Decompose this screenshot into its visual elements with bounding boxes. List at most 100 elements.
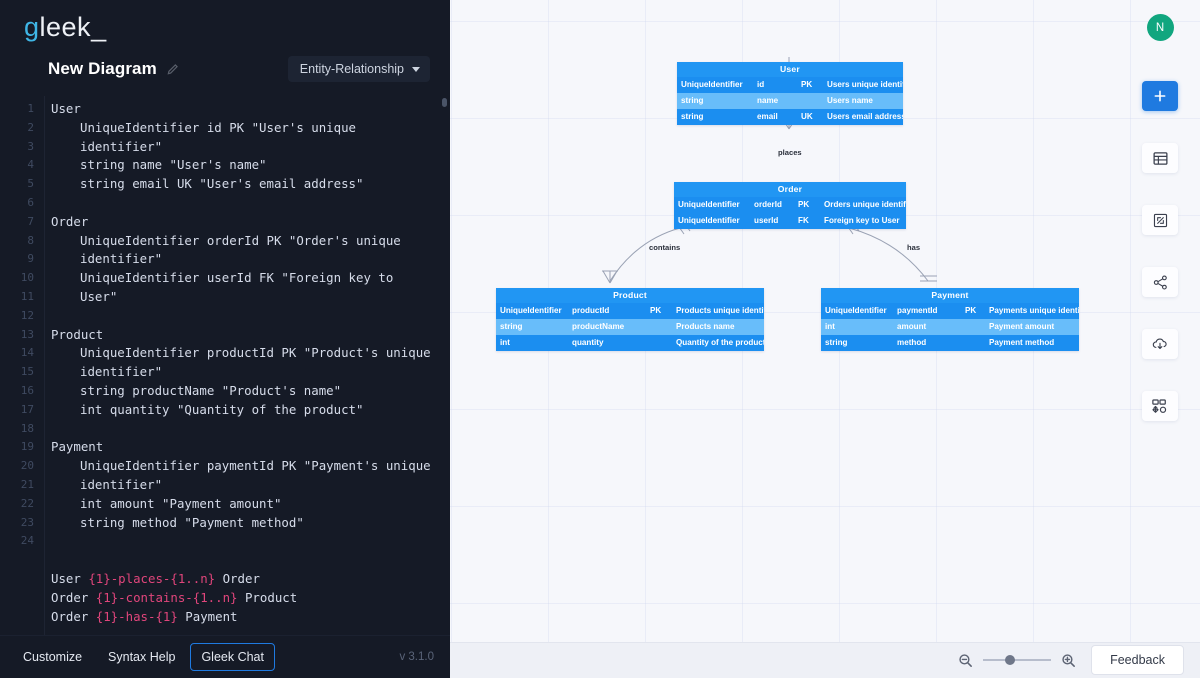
avatar[interactable]: N <box>1146 14 1174 41</box>
attribute-key: PK <box>965 305 977 315</box>
zoom-slider[interactable] <box>983 655 1052 665</box>
editor-line: UniqueIdentifier id PK "User's unique id… <box>80 119 364 154</box>
editor-line-number: 7 <box>27 214 34 228</box>
attribute-key: PK <box>650 305 662 315</box>
editor-line: int quantity "Quantity of the product" <box>80 401 364 417</box>
attribute-key <box>646 319 672 335</box>
zoom-in-button[interactable] <box>1060 652 1077 669</box>
pencil-icon[interactable] <box>166 62 180 76</box>
editor-line-number: 13 <box>20 327 34 341</box>
brand-logo[interactable]: gleek_ <box>0 0 450 48</box>
attribute-type: string <box>681 111 704 121</box>
editor-line-number: 16 <box>20 383 34 397</box>
entity-attribute-row: int amount Payment amount <box>821 318 1079 335</box>
editor-line: string productName "Product's name" <box>80 382 342 398</box>
table-button[interactable] <box>1142 143 1178 173</box>
editor-line-number: 20 <box>20 459 34 473</box>
editor-line-number: 22 <box>20 496 34 510</box>
editor-line: UniqueIdentifier productId PK "Product's… <box>80 345 439 380</box>
attribute-key: FK <box>798 215 809 225</box>
fullscreen-button[interactable] <box>1142 205 1178 235</box>
attribute-description: Users email address <box>827 111 903 121</box>
entity-attribute-row: UniqueIdentifier id PK Users unique identif… <box>677 77 903 93</box>
left-editor-panel: gleek_ New Diagram Entity-Relationship 1… <box>0 0 450 678</box>
attribute-name: quantity <box>572 337 604 347</box>
editor-line-number: 3 <box>27 139 34 153</box>
attribute-type: string <box>500 321 523 331</box>
syntax-help-button[interactable]: Syntax Help <box>97 643 186 671</box>
editor-scrollbar[interactable] <box>442 98 447 635</box>
entity-user[interactable]: User UniqueIdentifier id PK Users unique ide… <box>677 62 903 125</box>
code-editor[interactable]: 1 2 3 4 5 6 7 8 9 10 11 12 13 14 15 16 17 18 19 20 21 22 23 24 … <box>0 92 450 635</box>
zoom-slider-thumb[interactable] <box>1005 655 1016 665</box>
editor-line-number: 14 <box>20 346 34 360</box>
arrange-button[interactable] <box>1142 391 1178 421</box>
attribute-key <box>961 319 985 335</box>
entity-attribute-row: UniqueIdentifier orderId PK Orders unique i… <box>674 197 906 213</box>
entity-attribute-row: string email UK Users email address <box>677 108 903 125</box>
relationship-label-contains: contains <box>648 243 682 252</box>
editor-line-number: 12 <box>20 308 34 322</box>
entity-attribute-row: string name Users name <box>677 92 903 109</box>
editor-scrollbar-thumb[interactable] <box>442 98 447 107</box>
relationship-label-places: places <box>777 148 803 157</box>
entity-product[interactable]: Product UniqueIdentifier productId PK Produc… <box>496 288 764 351</box>
editor-line-number: 24 <box>20 534 34 548</box>
editor-line-number: 10 <box>20 271 34 285</box>
diagram-type-select[interactable]: Entity-Relationship <box>287 56 430 82</box>
attribute-type: UniqueIdentifier <box>678 199 740 209</box>
editor-line-numbers: 1 2 3 4 5 6 7 8 9 10 11 12 13 14 15 16 17 18 19 20 21 22 23 24 <box>0 96 44 635</box>
attribute-type: string <box>681 95 704 105</box>
entity-attribute-row: UniqueIdentifier paymentId PK Payments uniq… <box>821 303 1079 319</box>
download-button[interactable] <box>1142 329 1178 359</box>
relationship-label-has: has <box>906 243 922 252</box>
diagram-title-row: New Diagram Entity-Relationship <box>0 48 450 92</box>
canvas-toolbar: N <box>1136 0 1184 642</box>
editor-line: int amount "Payment amount" <box>80 495 282 511</box>
entity-attribute-row: string method Payment method <box>821 334 1079 351</box>
share-button[interactable] <box>1142 267 1178 297</box>
attribute-description: Users name <box>827 95 873 105</box>
editor-relationship-line: User {1}-places-{1..n} Order <box>51 570 260 586</box>
table-icon <box>1152 151 1168 165</box>
entity-order[interactable]: Order UniqueIdentifier orderId PK Orders uni… <box>674 182 906 229</box>
editor-line: UniqueIdentifier userId FK "Foreign key … <box>80 270 401 304</box>
editor-relationship-line: Order {1}-has-{1} Payment <box>51 608 238 624</box>
cloud-download-icon <box>1152 338 1167 350</box>
magnifier-minus-icon <box>959 653 973 667</box>
brand-g-letter: g <box>24 12 40 42</box>
diagram-canvas[interactable]: User UniqueIdentifier id PK Users unique ide… <box>450 0 1200 678</box>
attribute-name: productName <box>572 321 625 331</box>
plus-icon <box>1154 90 1166 102</box>
attribute-description: Foreign key to User <box>824 215 900 225</box>
attribute-type: UniqueIdentifier <box>825 305 887 315</box>
gleek-chat-button[interactable]: Gleek Chat <box>190 643 275 671</box>
editor-line-number: 4 <box>27 158 34 172</box>
attribute-name: userId <box>754 215 779 225</box>
chevron-down-icon <box>412 66 420 72</box>
editor-line-number: 18 <box>20 421 34 435</box>
zoom-out-button[interactable] <box>957 652 974 669</box>
editor-line: UniqueIdentifier orderId PK "Order's uni… <box>80 232 409 267</box>
feedback-button[interactable]: Feedback <box>1091 645 1184 675</box>
attribute-name: productId <box>572 305 610 315</box>
editor-relationship-line: Order {1}-contains-{1..n} Product <box>51 589 298 605</box>
brand-text: gleek_ <box>24 12 107 42</box>
attribute-description: Orders unique identifier <box>824 199 906 209</box>
editor-line-number: 1 <box>27 102 34 115</box>
attribute-description: Products unique identifier <box>676 305 764 315</box>
attribute-name: method <box>897 337 927 347</box>
attribute-name: paymentId <box>897 305 938 315</box>
editor-code-content[interactable]: User UniqueIdentifier id PK "User's uniqu… <box>44 96 450 635</box>
entity-payment[interactable]: Payment UniqueIdentifier paymentId PK Paymen… <box>821 288 1079 351</box>
editor-line-number: 6 <box>27 195 34 209</box>
add-button[interactable] <box>1142 81 1178 111</box>
customize-button[interactable]: Customize <box>12 643 93 671</box>
editor-line: User <box>51 101 81 116</box>
editor-line-number: 17 <box>20 402 34 416</box>
editor-bottom-bar: Customize Syntax Help Gleek Chat v 3.1.0 <box>0 635 450 678</box>
